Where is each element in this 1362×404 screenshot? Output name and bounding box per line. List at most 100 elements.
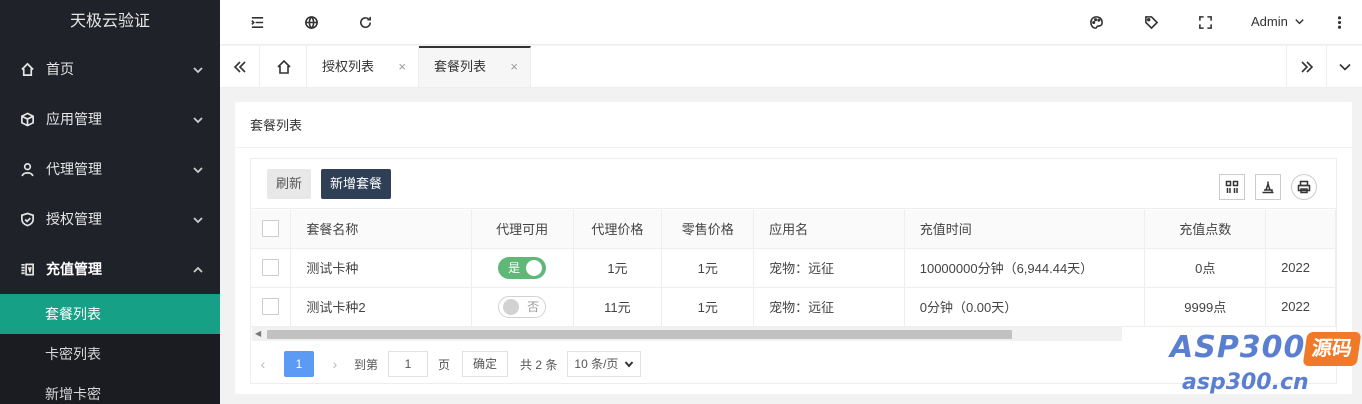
goto-page-input[interactable]: 1 — [388, 351, 429, 377]
watermark-text-top: ASP300 — [1170, 330, 1306, 365]
chevron-down-icon — [192, 213, 204, 225]
column-header[interactable]: 套餐名称 — [290, 210, 472, 249]
sidebar-item-label: 授权管理 — [46, 211, 102, 227]
package-name-cell: 测试卡种2 — [290, 287, 472, 327]
tabs-scroll-left-button[interactable] — [220, 46, 260, 87]
package-name-cell: 测试卡种 — [290, 248, 472, 288]
column-header[interactable]: 代理可用 — [471, 210, 574, 249]
home-icon — [18, 60, 36, 78]
page-size-select[interactable]: 10 条/页 — [567, 351, 642, 377]
app-logo[interactable]: 天极云验证 — [0, 0, 220, 44]
retail-price-cell: 1元 — [661, 248, 755, 288]
app-name-cell: 宠物：远征 — [753, 287, 905, 327]
more-vertical-icon[interactable] — [1330, 13, 1348, 31]
recharge-time-cell: 10000000分钟（6,944.44天） — [904, 248, 1146, 288]
chevron-up-icon — [192, 263, 204, 275]
globe-icon[interactable] — [302, 13, 320, 31]
chevron-down-icon — [1338, 63, 1351, 71]
toggle-label: 是 — [508, 260, 521, 275]
agent-price-cell: 11元 — [573, 287, 663, 327]
sidebar-item-label: 首页 — [46, 61, 74, 77]
export-icon[interactable] — [1255, 174, 1281, 200]
table-row: 测试卡种 是 1元 1元 宠物：远征 10000000分钟（6,944.44天）… — [251, 248, 1336, 288]
tabs-scroll-right-button[interactable] — [1286, 46, 1326, 87]
tab-auth-list[interactable]: 授权列表 × — [307, 46, 419, 87]
column-header[interactable]: 充值时间 — [904, 210, 1146, 249]
user-name: Admin — [1251, 14, 1288, 29]
select-all-cell — [251, 210, 292, 249]
agent-enabled-toggle[interactable]: 否 — [498, 295, 547, 318]
cube-icon — [18, 110, 36, 128]
date-cell: 2022 — [1265, 248, 1336, 288]
row-select-cell — [251, 248, 292, 288]
sidebar-subitem-add-card[interactable]: 新增卡密 — [0, 374, 220, 404]
refresh-icon[interactable] — [356, 13, 374, 31]
column-header[interactable]: 应用名 — [753, 210, 905, 249]
tag-icon[interactable] — [1142, 13, 1160, 31]
double-chevron-left-icon — [233, 60, 246, 73]
sidebar-item-label: 应用管理 — [46, 111, 102, 127]
menu-toggle-icon[interactable] — [248, 13, 266, 31]
print-icon[interactable] — [1291, 174, 1317, 200]
goto-confirm-button[interactable]: 确定 — [462, 351, 509, 377]
page-size-value: 10 条/页 — [574, 357, 619, 371]
agent-price-cell: 1元 — [573, 248, 663, 288]
close-icon[interactable]: × — [398, 46, 406, 87]
recharge-icon — [18, 260, 36, 278]
pagination: ‹ 1 › 到第 1 页 确定 共 2 条 10 条/页 — [250, 349, 642, 379]
agent-enabled-cell: 否 — [471, 287, 574, 327]
column-header[interactable]: 充值点数 — [1144, 210, 1267, 249]
watermark-badge: 源码 — [1302, 332, 1362, 366]
tab-bar: 授权列表 × 套餐列表 × — [220, 46, 1362, 88]
user-icon — [18, 160, 36, 178]
palette-icon[interactable] — [1087, 13, 1105, 31]
column-header[interactable]: 代理价格 — [573, 210, 663, 249]
sidebar-item-home[interactable]: 首页 — [0, 44, 220, 94]
chevron-down-icon — [1295, 19, 1304, 25]
double-chevron-right-icon — [1300, 60, 1313, 73]
sidebar-item-auth[interactable]: 授权管理 — [0, 194, 220, 244]
table-header-row: 套餐名称 代理可用 代理价格 零售价格 应用名 充值时间 充值点数 — [251, 210, 1336, 249]
top-header: Admin — [220, 0, 1362, 45]
date-cell: 2022 — [1265, 287, 1336, 327]
toggle-label: 否 — [527, 299, 540, 314]
tab-package-list[interactable]: 套餐列表 × — [419, 46, 531, 87]
next-page-button[interactable]: › — [322, 351, 348, 377]
close-icon[interactable]: × — [510, 48, 518, 86]
horizontal-scrollbar[interactable]: ◀ — [252, 327, 1122, 341]
agent-enabled-toggle[interactable]: 是 — [498, 256, 547, 279]
prev-page-button[interactable]: ‹ — [250, 351, 276, 377]
shield-icon — [18, 210, 36, 228]
column-header[interactable]: 零售价格 — [661, 210, 755, 249]
chevron-down-icon — [192, 113, 204, 125]
total-count: 共 2 条 — [520, 357, 558, 372]
scrollbar-thumb[interactable] — [267, 330, 1012, 339]
user-menu[interactable]: Admin — [1251, 14, 1305, 29]
toggle-knob — [503, 298, 520, 315]
retail-price-cell: 1元 — [661, 287, 755, 327]
sidebar-item-recharge[interactable]: 充值管理 — [0, 244, 220, 294]
fullscreen-icon[interactable] — [1196, 13, 1214, 31]
select-all-checkbox[interactable] — [262, 220, 280, 238]
sidebar-subitem-package-list[interactable]: 套餐列表 — [0, 294, 220, 334]
tab-label: 套餐列表 — [434, 59, 487, 74]
sidebar-item-apps[interactable]: 应用管理 — [0, 94, 220, 144]
sidebar-item-label: 代理管理 — [46, 161, 102, 177]
agent-enabled-cell: 是 — [471, 248, 574, 288]
sidebar-subitem-card-list[interactable]: 卡密列表 — [0, 334, 220, 374]
recharge-points-cell: 0点 — [1144, 248, 1267, 288]
row-checkbox[interactable] — [262, 259, 280, 276]
row-checkbox[interactable] — [262, 298, 280, 315]
scroll-left-arrow-icon[interactable]: ◀ — [255, 329, 261, 338]
add-package-button[interactable]: 新增套餐 — [321, 169, 392, 199]
chevron-down-icon — [192, 63, 204, 75]
page-number-current[interactable]: 1 — [284, 351, 314, 377]
tabs-menu-button[interactable] — [1326, 46, 1362, 87]
tab-home[interactable] — [261, 46, 307, 87]
sidebar-item-agents[interactable]: 代理管理 — [0, 144, 220, 194]
recharge-points-cell: 9999点 — [1144, 287, 1267, 327]
page-label: 页 — [438, 357, 451, 372]
watermark: ASP300 源码 asp300.cn — [1170, 330, 1362, 400]
columns-filter-icon[interactable] — [1219, 174, 1245, 200]
refresh-button[interactable]: 刷新 — [267, 169, 312, 199]
